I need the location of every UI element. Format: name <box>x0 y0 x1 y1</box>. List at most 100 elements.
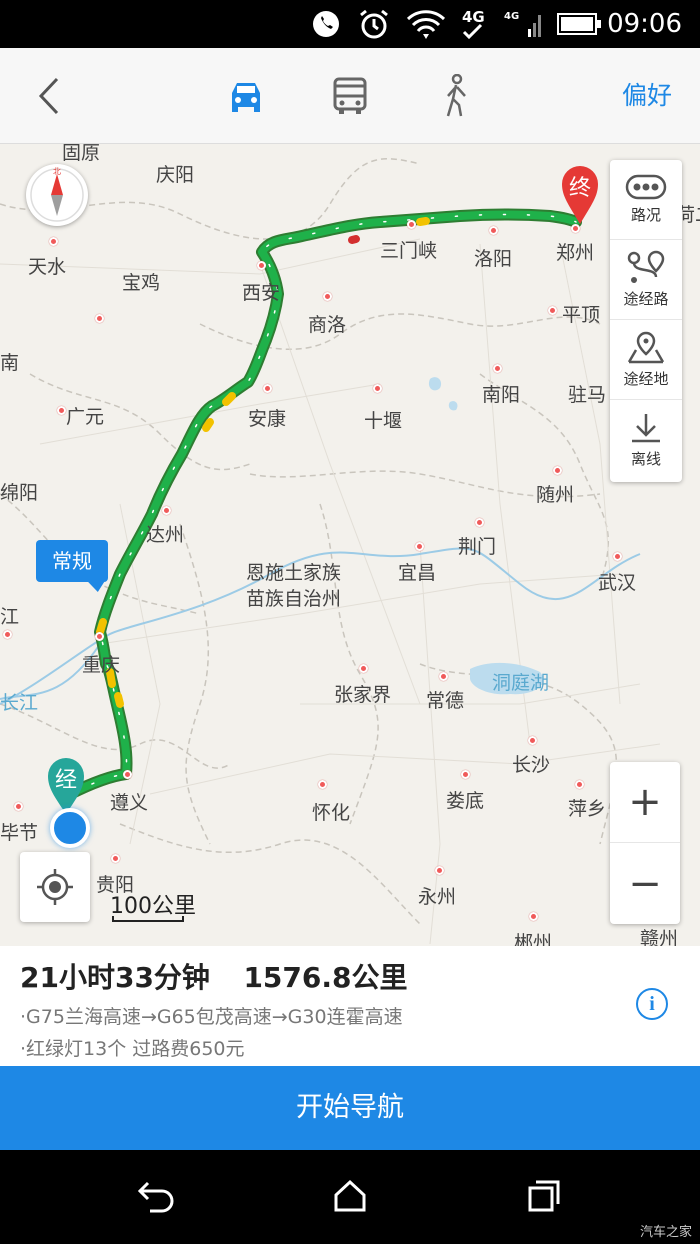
walk-mode-button[interactable] <box>432 48 480 144</box>
status-bar: 4G 4G 09:06 <box>0 0 700 48</box>
city-label: 萍乡 <box>568 798 607 820</box>
waypoint-place-icon <box>627 331 665 364</box>
city-dot <box>439 672 448 681</box>
traffic-icon <box>625 174 667 200</box>
city-dot <box>528 736 537 745</box>
city-label: 宝鸡 <box>122 272 161 294</box>
zoom-out-button[interactable]: − <box>610 843 680 924</box>
start-navigation-button[interactable]: 开始导航 <box>0 1066 700 1150</box>
city-label: 宜昌 <box>398 562 437 584</box>
city-dot <box>123 770 132 779</box>
city-label: 常德 <box>426 690 465 712</box>
offline-button[interactable]: 离线 <box>610 400 682 480</box>
svg-text:北: 北 <box>53 167 61 176</box>
city-dot <box>373 384 382 393</box>
city-label: 平顶 <box>562 304 601 326</box>
city-label: 南阳 <box>482 384 521 406</box>
bus-mode-button[interactable] <box>326 48 374 144</box>
city-label: 广元 <box>66 406 105 428</box>
city-label: 安康 <box>248 408 287 430</box>
waypoint-place-button[interactable]: 途经地 <box>610 320 682 400</box>
city-dot <box>475 518 484 527</box>
city-dot <box>49 237 58 246</box>
city-label: 张家界 <box>334 684 392 706</box>
end-marker-label: 终 <box>568 176 591 201</box>
city-dot <box>111 854 120 863</box>
city-label: 娄底 <box>446 790 485 812</box>
route-distance: 1576.8公里 <box>243 961 408 994</box>
city-label: 武汉 <box>598 572 637 594</box>
city-dot <box>257 261 266 270</box>
zoom-controls: + − <box>610 762 680 924</box>
wifi-icon <box>404 6 448 42</box>
city-dot <box>14 802 23 811</box>
city-dot <box>435 866 444 875</box>
city-label: 郑州 <box>556 242 595 264</box>
svg-text:4G: 4G <box>462 8 485 26</box>
signal-icon: 4G <box>504 6 544 42</box>
city-dot <box>415 542 424 551</box>
city-label: 三门峡 <box>380 240 438 262</box>
scale-bar <box>112 916 184 922</box>
city-label: 苗族自治州 <box>246 588 342 610</box>
city-label: 赣州 <box>640 928 679 946</box>
city-dot <box>613 552 622 561</box>
back-nav-button[interactable] <box>134 1174 178 1218</box>
waypoint-route-button[interactable]: 途经路 <box>610 240 682 320</box>
recents-nav-button[interactable] <box>522 1174 566 1218</box>
back-button[interactable] <box>24 48 74 144</box>
city-dot <box>575 780 584 789</box>
lake-label: 洞庭湖 <box>492 672 550 694</box>
city-dot <box>57 406 66 415</box>
download-icon <box>632 413 660 442</box>
city-label: 庆阳 <box>156 164 195 186</box>
city-dot <box>3 630 12 639</box>
city-label: 达州 <box>146 524 185 546</box>
compass-button[interactable]: 北 <box>26 164 88 226</box>
route-type-tag[interactable]: 常规 <box>36 540 108 582</box>
app-bar: 偏好 <box>0 48 700 144</box>
city-label: 永州 <box>418 886 457 908</box>
city-label: 洛阳 <box>474 248 513 270</box>
city-label: 重庆 <box>82 654 121 676</box>
city-label: 随州 <box>536 484 575 506</box>
back-nav-icon <box>137 1181 174 1213</box>
route-info-panel[interactable]: 21小时33分钟 1576.8公里 ·G75兰海高速→G65包茂高速→G30连霍… <box>0 946 700 1066</box>
city-dot <box>95 314 104 323</box>
city-label: 长沙 <box>512 754 551 776</box>
city-dot <box>553 466 562 475</box>
wifi-calling-icon <box>308 6 344 42</box>
svg-text:4G: 4G <box>504 11 519 22</box>
system-nav-bar: 汽车之家 <box>0 1150 700 1244</box>
preference-button[interactable]: 偏好 <box>622 48 672 144</box>
map-tool-panel: 路况 途经路 途经地 离线 <box>610 160 682 482</box>
city-label: 怀化 <box>312 802 351 824</box>
start-marker-label: 经 <box>54 768 77 793</box>
city-dot <box>493 364 502 373</box>
zoom-in-button[interactable]: + <box>610 762 680 843</box>
info-icon[interactable]: i <box>636 988 668 1020</box>
end-marker[interactable]: 终 <box>560 164 600 226</box>
river-label: 长江 <box>0 692 39 714</box>
city-dot <box>489 226 498 235</box>
city-dot <box>407 220 416 229</box>
locate-button[interactable] <box>20 852 90 922</box>
traffic-button[interactable]: 路况 <box>610 160 682 240</box>
route-extra-info: ·红绿灯13个 过路费650元 <box>20 1038 245 1060</box>
home-nav-button[interactable] <box>328 1174 372 1218</box>
city-dot <box>461 770 470 779</box>
city-label: 毕节 <box>0 822 39 844</box>
current-location-dot <box>50 808 90 848</box>
city-label: 南 <box>0 352 20 374</box>
map-view[interactable]: 固原 庆阳 天水 宝鸡 西安 商洛 三门峡 洛阳 郑州 平顶 南阳 驻马 广元 … <box>0 144 700 946</box>
city-label: 江 <box>0 606 20 628</box>
city-label: 遵义 <box>110 792 149 814</box>
compass-icon: 北 <box>30 167 84 222</box>
home-icon <box>334 1179 366 1212</box>
city-label: 固原 <box>62 144 101 164</box>
city-label: 十堰 <box>364 410 403 432</box>
waypoint-route-icon <box>627 250 665 283</box>
alarm-icon <box>356 6 392 42</box>
city-dot <box>529 912 538 921</box>
car-mode-button[interactable] <box>222 48 270 144</box>
